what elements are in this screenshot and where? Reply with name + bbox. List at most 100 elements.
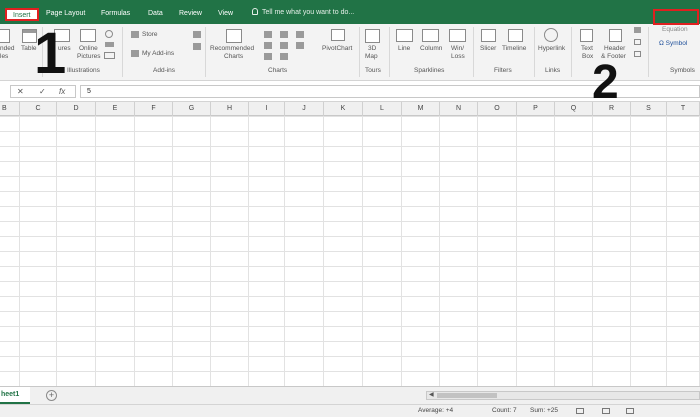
bing-maps-icon[interactable] — [193, 31, 201, 38]
tell-me-search[interactable]: Tell me what you want to do... — [252, 8, 354, 16]
grid-column-line — [95, 116, 96, 386]
recommended-charts-icon[interactable] — [226, 29, 242, 43]
column-header-j[interactable]: J — [285, 102, 324, 116]
column-header-s[interactable]: S — [631, 102, 667, 116]
grid-column-line — [516, 116, 517, 386]
normal-view-icon[interactable] — [576, 408, 584, 414]
sparkline-line-icon[interactable] — [396, 29, 413, 42]
links-group-label: Links — [545, 67, 561, 74]
page-break-view-icon[interactable] — [626, 408, 634, 414]
column-header-g[interactable]: G — [173, 102, 211, 116]
recommended-pivottables-icon[interactable] — [0, 29, 10, 43]
pivotchart-icon[interactable] — [331, 29, 345, 41]
cancel-icon[interactable]: ✕ — [17, 86, 24, 98]
column-header-h[interactable]: H — [211, 102, 249, 116]
line-chart-icon[interactable] — [264, 42, 272, 49]
grid-column-line — [172, 116, 173, 386]
tab-insert[interactable]: Insert — [5, 8, 39, 21]
column-header-q[interactable]: Q — [555, 102, 593, 116]
column-header-e[interactable]: E — [96, 102, 135, 116]
column-header-b[interactable]: B — [0, 102, 20, 116]
column-header-c[interactable]: C — [20, 102, 57, 116]
tab-view[interactable]: View — [218, 8, 233, 20]
tab-formulas[interactable]: Formulas — [101, 8, 130, 20]
ribbon-separator — [359, 27, 360, 77]
equation-button[interactable]: Equation — [662, 26, 688, 33]
column-header-n[interactable]: N — [440, 102, 478, 116]
hyperlink-icon[interactable] — [544, 28, 558, 42]
column-chart-icon[interactable] — [264, 31, 272, 38]
symbols-group-label: Symbols — [670, 67, 695, 74]
people-graph-icon[interactable] — [193, 43, 201, 50]
screenshot-icon[interactable] — [104, 52, 115, 59]
sparkline-column-icon[interactable] — [422, 29, 439, 42]
my-addins-button[interactable]: My Add-ins — [142, 50, 174, 57]
add-sheet-icon[interactable]: + — [46, 390, 57, 401]
addins-group-label: Add-ins — [153, 67, 176, 74]
column-header-m[interactable]: M — [402, 102, 440, 116]
page-layout-view-icon[interactable] — [602, 408, 610, 414]
tab-page-layout[interactable]: Page Layout — [46, 8, 85, 20]
bar-chart-icon[interactable] — [264, 53, 272, 60]
3d-map-icon[interactable] — [365, 29, 380, 43]
sparkline-column-label: Column — [420, 45, 443, 52]
status-sum: Sum: +25 — [530, 407, 559, 414]
grid-column-line — [477, 116, 478, 386]
ribbon-separator — [473, 27, 474, 77]
slicer-icon[interactable] — [481, 29, 496, 42]
enter-icon[interactable]: ✓ — [39, 86, 46, 98]
recommended-charts-label-2: Charts — [224, 53, 244, 60]
column-header-t[interactable]: T — [667, 102, 700, 116]
hyperlink-label: Hyperlink — [538, 45, 566, 52]
header-footer-icon[interactable] — [609, 29, 622, 42]
grid-column-line — [401, 116, 402, 386]
scatter-chart-icon[interactable] — [280, 53, 288, 60]
hierarchy-chart-icon[interactable] — [280, 31, 288, 38]
tab-data[interactable]: Data — [148, 8, 163, 20]
sparkline-winloss-icon[interactable] — [449, 29, 466, 42]
horizontal-scrollbar[interactable]: ◀ — [426, 391, 700, 400]
waterfall-chart-icon[interactable] — [296, 42, 304, 49]
object-icon[interactable] — [634, 51, 641, 57]
grid-column-line — [439, 116, 440, 386]
scrollbar-thumb[interactable] — [437, 393, 497, 398]
symbol-button[interactable]: Ω Symbol — [659, 40, 687, 47]
illustrations-group-label: Illustrations — [67, 67, 100, 74]
my-addins-icon — [131, 50, 139, 57]
column-header-i[interactable]: I — [249, 102, 285, 116]
scroll-left-icon[interactable]: ◀ — [429, 392, 434, 399]
shapes-icon[interactable] — [105, 30, 113, 38]
grid-column-line — [666, 116, 667, 386]
lightbulb-icon — [252, 8, 258, 15]
store-button[interactable]: Store — [142, 31, 158, 38]
tab-review[interactable]: Review — [179, 8, 202, 20]
status-average: Average: +4 — [418, 407, 454, 414]
wordart-icon[interactable] — [634, 27, 641, 33]
signature-line-icon[interactable] — [634, 39, 641, 45]
column-header-o[interactable]: O — [478, 102, 517, 116]
online-pictures-icon[interactable] — [80, 29, 96, 42]
textbox-icon[interactable] — [580, 29, 593, 42]
timeline-icon[interactable] — [508, 29, 523, 42]
sheet-tab-sheet1[interactable]: heet1 — [0, 387, 30, 404]
worksheet-grid[interactable] — [0, 116, 700, 386]
grid-column-line — [630, 116, 631, 386]
insert-function-icon[interactable]: fx — [59, 86, 65, 98]
recommended-pivottables-label: nded — [0, 45, 15, 52]
column-header-f[interactable]: F — [135, 102, 173, 116]
column-header-p[interactable]: P — [517, 102, 555, 116]
statistic-chart-icon[interactable] — [296, 31, 304, 38]
header-footer-label: Header — [604, 45, 626, 52]
column-header-k[interactable]: K — [324, 102, 363, 116]
sheet-tab-bar: heet1 + ◀ — [0, 386, 700, 404]
smartart-icon[interactable] — [105, 42, 114, 47]
3d-map-label-2: Map — [365, 53, 378, 60]
grid-column-line — [210, 116, 211, 386]
grid-column-line — [362, 116, 363, 386]
column-header-d[interactable]: D — [57, 102, 96, 116]
column-header-l[interactable]: L — [363, 102, 402, 116]
grid-column-line — [248, 116, 249, 386]
symbol-label: Symbol — [665, 40, 688, 47]
pie-chart-icon[interactable] — [280, 42, 288, 49]
ribbon-separator — [534, 27, 535, 77]
